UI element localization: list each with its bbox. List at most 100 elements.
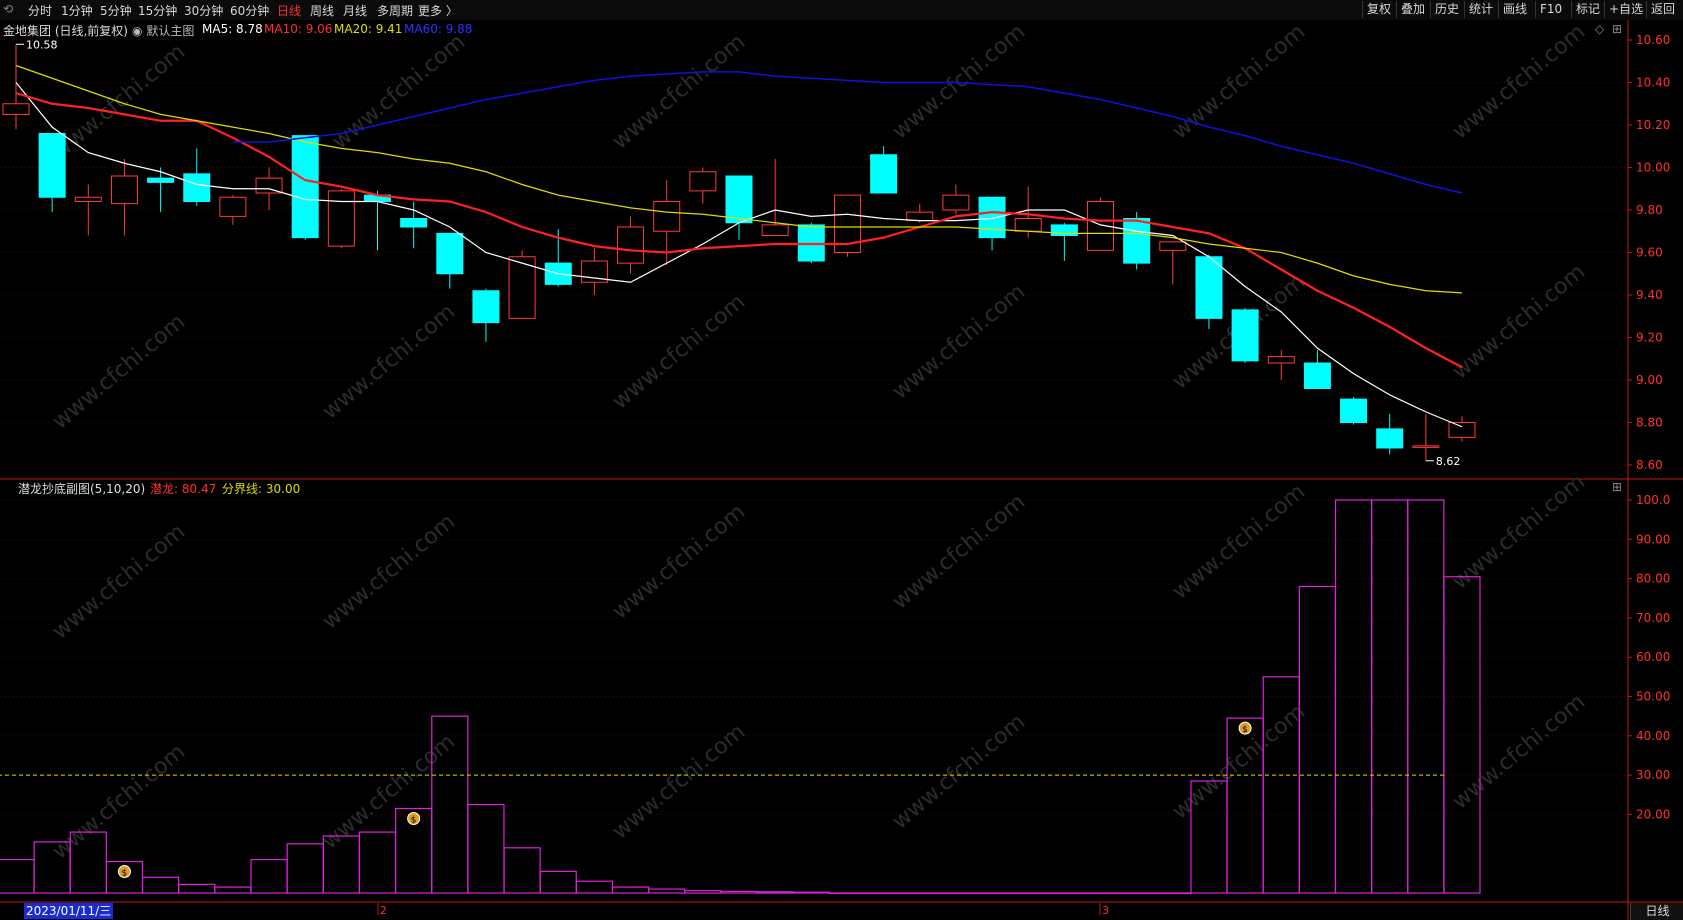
period-tab-7[interactable]: 周线 [310,2,334,19]
template-icon: ◉ [132,24,143,38]
month-label-0: 2 [380,904,387,917]
price-tick-2: 10.20 [1636,118,1670,132]
template-name: 默认主图 [146,24,195,38]
indicator-bar-22 [792,891,830,894]
candle-body [1267,356,1295,364]
price-tick-6: 9.40 [1636,288,1663,302]
qianlong-value: 潜龙: 80.47 [150,482,217,496]
candle-body [2,103,30,115]
candle-body [906,211,934,222]
kline-chart[interactable]: www.cfchi.com www.cfchi.com www.cfchi.com w… [0,20,1683,920]
indicator-bar-24 [864,892,903,895]
candle-body [1014,218,1042,232]
ind-tick-5: 50.00 [1636,690,1670,704]
template-label[interactable]: ◉ 默认主图 [132,22,194,39]
cursor-date-label: 2023/01/11/三 [24,903,114,919]
period-tab-10[interactable]: 更多 〉 [418,2,458,19]
indicator-bar-31 [1118,892,1156,895]
candle-30 [1087,197,1114,251]
ma5-label: MA5: 8.78 [202,22,263,36]
ind-tick-4: 60.00 [1636,650,1670,664]
ind-tick-1: 90.00 [1636,532,1670,546]
candle-23 [833,194,861,257]
candle-body [1159,241,1187,251]
price-tick-5: 9.60 [1636,246,1663,260]
indicator-bar-28 [1009,892,1047,895]
candle-body [436,232,464,275]
month-label-1: 3 [1102,904,1109,917]
ind-tick-6: 40.00 [1636,729,1670,743]
period-tab-6[interactable]: 日线 [277,2,301,19]
candle-body [870,154,898,194]
candle-body [1195,256,1223,319]
low-price-label: 8.62 [1436,455,1461,468]
indicator-bar-32 [1154,892,1192,895]
ind-tick-7: 30.00 [1636,768,1670,782]
sub-expand-icon[interactable]: ⊞ [1612,480,1622,494]
candle-body [942,194,970,211]
candle-body [1448,422,1476,438]
period-tab-8[interactable]: 月线 [343,2,367,19]
price-tick-3: 10.00 [1636,161,1670,175]
candle-body [183,173,211,202]
indicator-bar-30 [1081,892,1120,895]
candle-body [689,171,717,192]
indicator-bar-25 [901,892,939,895]
ind-tick-3: 70.00 [1636,611,1670,625]
price-tick-4: 9.80 [1636,203,1663,217]
tool-button-4[interactable]: 画线 [1498,1,1531,18]
stock-title: 金地集团 (日线,前复权) [3,24,128,38]
threshold-value: 分界线: 30.00 [222,482,301,496]
indicator-bar-29 [1045,892,1083,895]
price-tick-0: 10.60 [1636,33,1670,47]
candle-body [38,133,66,198]
indicator-title: 潜龙抄底副图(5,10,20) [18,482,146,496]
candle-body [255,177,283,194]
tool-button-5[interactable]: F10 [1535,1,1566,18]
candle-body [110,175,138,205]
price-tick-8: 9.00 [1636,373,1663,387]
money-bag-symbol-0: $ [121,869,127,879]
ind-tick-8: 20.00 [1636,807,1670,821]
high-price-label: 10.58 [26,38,58,51]
candle-body [761,224,789,236]
top-toolbar: ⟲ 分时 1分钟 5分钟 15分钟 30分钟 60分钟 日线 周线 月线 多周期 更多 〉 复权 叠加… [0,0,1683,21]
candle-body [1123,218,1151,264]
candle-body [74,196,102,202]
period-tab-4[interactable]: 30分钟 [184,2,223,19]
ma20-label: MA20: 9.41 [334,22,403,36]
tool-button-3[interactable]: 统计 [1464,1,1497,18]
money-bag-symbol-1: $ [411,816,417,826]
candle-body [1412,445,1440,448]
tool-button-7[interactable]: +自选 [1604,1,1647,18]
candle-37 [1340,397,1368,425]
candle-33 [1195,254,1223,329]
collapse-icon[interactable]: ⟲ [3,2,13,16]
tool-button-8[interactable]: 返回 [1646,1,1679,18]
period-tab-3[interactable]: 15分钟 [138,2,177,19]
tool-button-6[interactable]: 标记 [1571,1,1604,18]
candle-8 [291,135,319,240]
indicator-bar-27 [973,892,1011,895]
candle-body [291,135,319,239]
period-tab-5[interactable]: 60分钟 [230,2,269,19]
expand-icon[interactable]: ⊞ [1612,22,1622,36]
tool-button-0[interactable]: 复权 [1362,1,1395,18]
price-tick-1: 10.40 [1636,76,1670,90]
tool-button-1[interactable]: 叠加 [1396,1,1429,18]
period-tab-2[interactable]: 5分钟 [100,2,132,19]
indicator-bar-23 [828,892,867,895]
diamond-icon[interactable]: ◇ [1595,22,1604,36]
candle-body [978,196,1006,239]
period-tab-9[interactable]: 多周期 [377,2,413,19]
candle-body [725,175,753,224]
period-bottom-tab[interactable]: 日线 [1630,903,1683,920]
tool-button-2[interactable]: 历史 [1430,1,1463,18]
candle-body [1340,398,1368,423]
period-tab-1[interactable]: 1分钟 [61,2,93,19]
candle-body [1376,428,1404,449]
period-tab-0[interactable]: 分时 [28,2,52,19]
money-bag-symbol-2: $ [1242,725,1248,735]
price-tick-10: 8.60 [1636,458,1663,472]
candle-body [653,201,681,232]
